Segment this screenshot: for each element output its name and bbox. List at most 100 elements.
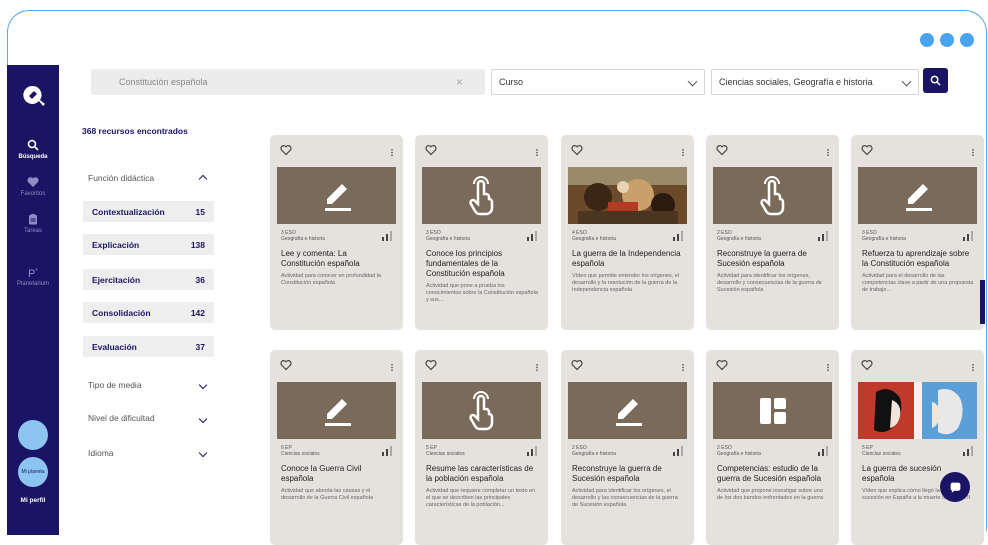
sidebar: Búsqueda Favoritos Tareas P + Planetarium… bbox=[7, 65, 59, 535]
chat-button[interactable] bbox=[940, 472, 970, 502]
resource-card[interactable]: 2 ESO Geografía e historia Reconstruye la … bbox=[706, 135, 839, 330]
logo-icon[interactable] bbox=[19, 83, 47, 111]
resource-thumbnail[interactable] bbox=[277, 382, 396, 439]
filter-title: Tipo de media bbox=[88, 380, 142, 390]
card-title[interactable]: Competencias: estudio de la guerra de Su… bbox=[717, 464, 829, 484]
filter-difficulty-header[interactable]: Nivel de dificultad bbox=[88, 413, 155, 423]
filter-item-contextualizacion[interactable]: Contextualización 15 bbox=[83, 201, 214, 222]
difficulty-bars-icon bbox=[527, 446, 537, 456]
filter-language-header[interactable]: Idioma bbox=[88, 448, 114, 458]
sidebar-item-planetarium[interactable]: P + Planetarium bbox=[17, 266, 49, 287]
profile-link[interactable]: Mi perfil bbox=[21, 497, 46, 504]
resource-thumbnail[interactable] bbox=[568, 167, 687, 224]
heart-icon[interactable] bbox=[425, 359, 437, 371]
resource-thumbnail[interactable] bbox=[858, 167, 977, 224]
more-options-icon[interactable] bbox=[391, 362, 393, 373]
difficulty-bars-icon bbox=[673, 231, 683, 241]
filter-item-label: Evaluación bbox=[92, 341, 137, 352]
chat-icon bbox=[950, 482, 960, 493]
more-options-icon[interactable] bbox=[682, 362, 684, 373]
sidebar-item-favorites[interactable]: Favoritos bbox=[21, 176, 45, 197]
pointer-hand-icon bbox=[759, 175, 784, 215]
resource-card[interactable]: 5 EP Ciencias sociales La guerra de sucesi… bbox=[851, 350, 984, 545]
resource-card[interactable]: 3 ESO Geografía e historia Conoce los prin… bbox=[415, 135, 548, 330]
more-options-icon[interactable] bbox=[972, 362, 974, 373]
subject-select[interactable]: Ciencias sociales, Geografía e historia bbox=[711, 69, 919, 95]
card-description: Actividad para identificar los orígenes,… bbox=[717, 273, 822, 293]
more-options-icon[interactable] bbox=[536, 147, 538, 158]
card-title[interactable]: Reconstruye la guerra de Sucesión españo… bbox=[717, 249, 829, 269]
more-options-icon[interactable] bbox=[536, 362, 538, 373]
heart-icon[interactable] bbox=[571, 144, 583, 156]
clipboard-icon bbox=[28, 214, 37, 225]
card-subject: Geografía e historia bbox=[572, 236, 616, 242]
heart-icon[interactable] bbox=[716, 144, 728, 156]
more-options-icon[interactable] bbox=[827, 147, 829, 158]
resource-thumbnail[interactable] bbox=[858, 382, 977, 439]
avatar[interactable] bbox=[18, 420, 48, 450]
resource-thumbnail[interactable] bbox=[568, 382, 687, 439]
heart-icon[interactable] bbox=[716, 359, 728, 371]
card-description: Actividad que propone investigar sobre u… bbox=[717, 488, 824, 501]
heart-icon[interactable] bbox=[571, 359, 583, 371]
filter-item-evaluacion[interactable]: Evaluación 37 bbox=[83, 336, 214, 357]
card-subject: Geografía e historia bbox=[717, 451, 761, 457]
more-options-icon[interactable] bbox=[682, 147, 684, 158]
card-title[interactable]: Reconstruye la guerra de Sucesión españo… bbox=[572, 464, 684, 484]
sidebar-item-label: Planetarium bbox=[16, 281, 49, 287]
layout-icon bbox=[759, 397, 786, 424]
side-tab[interactable] bbox=[980, 280, 985, 324]
resource-card[interactable]: 5 EP Ciencias sociales Resume las caracter… bbox=[415, 350, 548, 545]
sidebar-item-search[interactable]: Búsqueda bbox=[18, 139, 48, 160]
heart-icon[interactable] bbox=[861, 144, 873, 156]
pencil-icon bbox=[324, 398, 351, 426]
resource-thumbnail[interactable] bbox=[713, 167, 832, 224]
card-title[interactable]: Refuerza tu aprendizaje sobre la Constit… bbox=[862, 249, 974, 269]
heart-icon[interactable] bbox=[280, 144, 292, 156]
resource-card[interactable]: 2 ESO Geografía e historia Reconstruye la … bbox=[561, 350, 694, 545]
card-title[interactable]: Conoce los principios fundamentales de l… bbox=[426, 249, 538, 279]
filter-didactic-header[interactable]: Función didáctica bbox=[88, 173, 154, 183]
pointer-hand-icon bbox=[468, 390, 493, 430]
resource-thumbnail[interactable] bbox=[422, 167, 541, 224]
resource-thumbnail[interactable] bbox=[277, 167, 396, 224]
difficulty-bars-icon bbox=[527, 231, 537, 241]
card-description: Actividad para el desarrollo de las comp… bbox=[862, 273, 974, 293]
svg-text:+: + bbox=[35, 267, 38, 273]
resource-card[interactable]: 2 ESO Geografía e historia Competencias: e… bbox=[706, 350, 839, 545]
course-select[interactable]: Curso bbox=[491, 69, 705, 95]
resource-card[interactable]: 3 ESO Geografía e historia Lee y comenta: … bbox=[270, 135, 403, 330]
filter-media-header[interactable]: Tipo de media bbox=[88, 380, 142, 390]
resource-thumbnail[interactable] bbox=[422, 382, 541, 439]
planetarium-icon: P + bbox=[28, 267, 38, 278]
resource-card[interactable]: 6 EP Ciencias sociales Conoce la Guerra Ci… bbox=[270, 350, 403, 545]
close-icon[interactable]: × bbox=[456, 75, 463, 89]
heart-icon[interactable] bbox=[425, 144, 437, 156]
search-input[interactable] bbox=[117, 76, 441, 88]
filter-item-consolidacion[interactable]: Consolidación 142 bbox=[83, 302, 214, 323]
filter-item-explicacion[interactable]: Explicación 138 bbox=[83, 234, 214, 255]
window-dots[interactable] bbox=[920, 33, 974, 47]
filter-item-count: 138 bbox=[190, 239, 205, 250]
card-title[interactable]: Conoce la Guerra Civil española bbox=[281, 464, 393, 484]
filter-item-ejercitacion[interactable]: Ejercitación 36 bbox=[83, 269, 214, 290]
card-subject: Ciencias sociales bbox=[862, 451, 901, 457]
card-title[interactable]: Resume las características de la poblaci… bbox=[426, 464, 538, 484]
more-options-icon[interactable] bbox=[827, 362, 829, 373]
resource-card[interactable]: 3 ESO Geografía e historia Refuerza tu apr… bbox=[851, 135, 984, 330]
card-subject: Ciencias sociales bbox=[281, 451, 320, 457]
more-options-icon[interactable] bbox=[391, 147, 393, 158]
card-title[interactable]: Lee y comenta: La Constitución española bbox=[281, 249, 393, 269]
resource-card[interactable]: 4 ESO Geografía e historia La guerra de la… bbox=[561, 135, 694, 330]
resource-thumbnail[interactable] bbox=[713, 382, 832, 439]
my-planet-avatar[interactable]: Mi planeta bbox=[18, 457, 48, 487]
filter-item-count: 36 bbox=[195, 274, 205, 285]
card-title[interactable]: La guerra de la Independencia española bbox=[572, 249, 684, 269]
difficulty-bars-icon bbox=[673, 446, 683, 456]
more-options-icon[interactable] bbox=[972, 147, 974, 158]
heart-icon[interactable] bbox=[280, 359, 292, 371]
search-icon bbox=[930, 75, 941, 86]
search-button[interactable] bbox=[923, 68, 948, 93]
sidebar-item-tasks[interactable]: Tareas bbox=[24, 213, 42, 234]
heart-icon[interactable] bbox=[861, 359, 873, 371]
